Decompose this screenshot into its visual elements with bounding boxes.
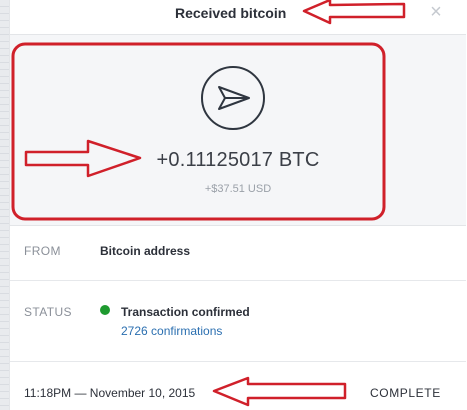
transaction-detail-modal: Received bitcoin × +0.11125017 BTC +$37.… <box>9 0 466 410</box>
confirmations-link[interactable]: 2726 confirmations <box>121 324 222 338</box>
background-page-edge <box>0 0 9 410</box>
btc-amount: +0.11125017 BTC <box>156 149 320 171</box>
status-value: Transaction confirmed <box>121 305 250 319</box>
from-label: FROM <box>24 244 61 258</box>
modal-header: Received bitcoin × <box>10 0 466 34</box>
paper-plane-icon <box>201 66 265 130</box>
status-label: STATUS <box>24 305 72 319</box>
from-value: Bitcoin address <box>100 244 191 258</box>
transaction-datetime: 11:18PM — November 10, 2015 <box>24 386 196 400</box>
amount-panel: +0.11125017 BTC +$37.51 USD <box>10 34 466 226</box>
modal-title: Received bitcoin <box>175 5 287 21</box>
fiat-amount: +$37.51 USD <box>204 183 272 195</box>
close-icon[interactable]: × <box>427 2 445 22</box>
divider <box>10 280 466 281</box>
status-dot-icon <box>100 305 110 315</box>
transaction-state: COMPLETE <box>370 386 441 400</box>
divider <box>10 361 466 362</box>
